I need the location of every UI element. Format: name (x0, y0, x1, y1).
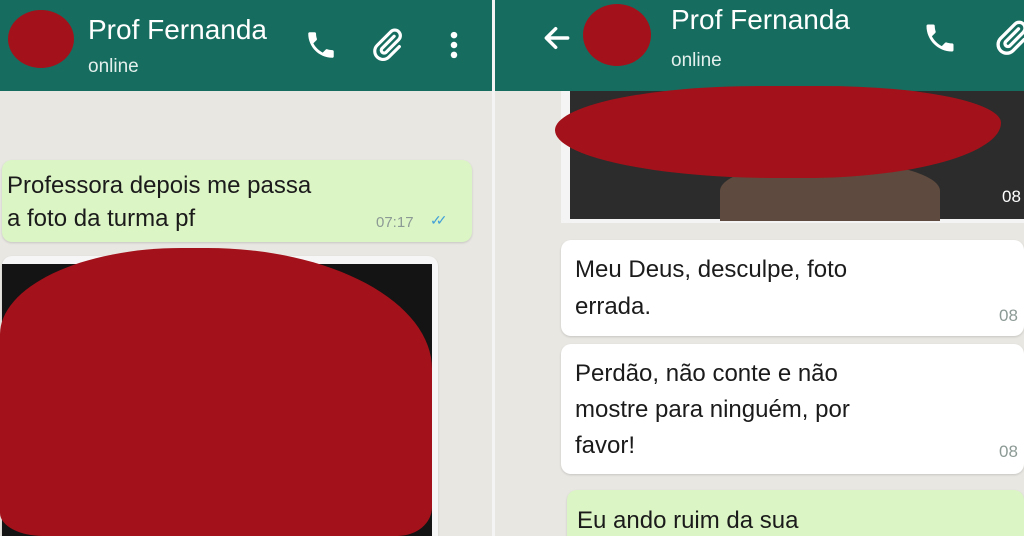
contact-avatar[interactable] (583, 4, 651, 66)
right-chat-screenshot: Prof Fernanda online 08 Meu Deus, descul… (495, 0, 1024, 536)
left-chat-screenshot: Prof Fernanda online Professora depois m… (0, 0, 492, 536)
attach-icon[interactable] (991, 18, 1024, 64)
contact-status: online (88, 56, 139, 77)
contact-status: online (671, 50, 722, 71)
phone-icon[interactable] (922, 20, 958, 62)
message-text-line: Perdão, não conte e não (575, 360, 838, 387)
message-text-line: a foto da turma pf (7, 205, 196, 232)
chat-header: Prof Fernanda online (495, 0, 1024, 91)
menu-icon[interactable] (444, 28, 464, 68)
redaction-mark (555, 86, 1001, 178)
message-time: 08 (999, 306, 1018, 325)
read-receipt-icon: ✓✓ (430, 212, 448, 228)
message-time: 07:17 (376, 214, 414, 231)
message-text-line: Meu Deus, desculpe, foto (575, 256, 848, 283)
outgoing-message[interactable]: Eu ando ruim da sua (567, 490, 1024, 536)
outgoing-message[interactable]: Professora depois me passa a foto da tur… (2, 160, 472, 242)
attach-icon[interactable] (368, 26, 406, 70)
message-text-line: Eu ando ruim da sua (577, 507, 799, 534)
message-text-line: errada. (575, 293, 652, 320)
contact-name[interactable]: Prof Fernanda (671, 4, 850, 36)
redaction-mark (0, 248, 432, 536)
message-time: 08 (999, 442, 1018, 461)
back-icon[interactable] (541, 22, 573, 60)
image-time: 08 (1002, 187, 1021, 206)
contact-name[interactable]: Prof Fernanda (88, 14, 267, 46)
incoming-message[interactable]: Perdão, não conte e não mostre para ning… (561, 344, 1024, 474)
message-text-line: Professora depois me passa (7, 172, 312, 199)
contact-avatar[interactable] (8, 10, 74, 68)
chat-header: Prof Fernanda online (0, 0, 492, 91)
phone-icon[interactable] (304, 28, 338, 68)
incoming-message[interactable]: Meu Deus, desculpe, foto errada. 08 (561, 240, 1024, 336)
message-text-line: favor! (575, 432, 636, 459)
message-text-line: mostre para ninguém, por (575, 396, 850, 423)
